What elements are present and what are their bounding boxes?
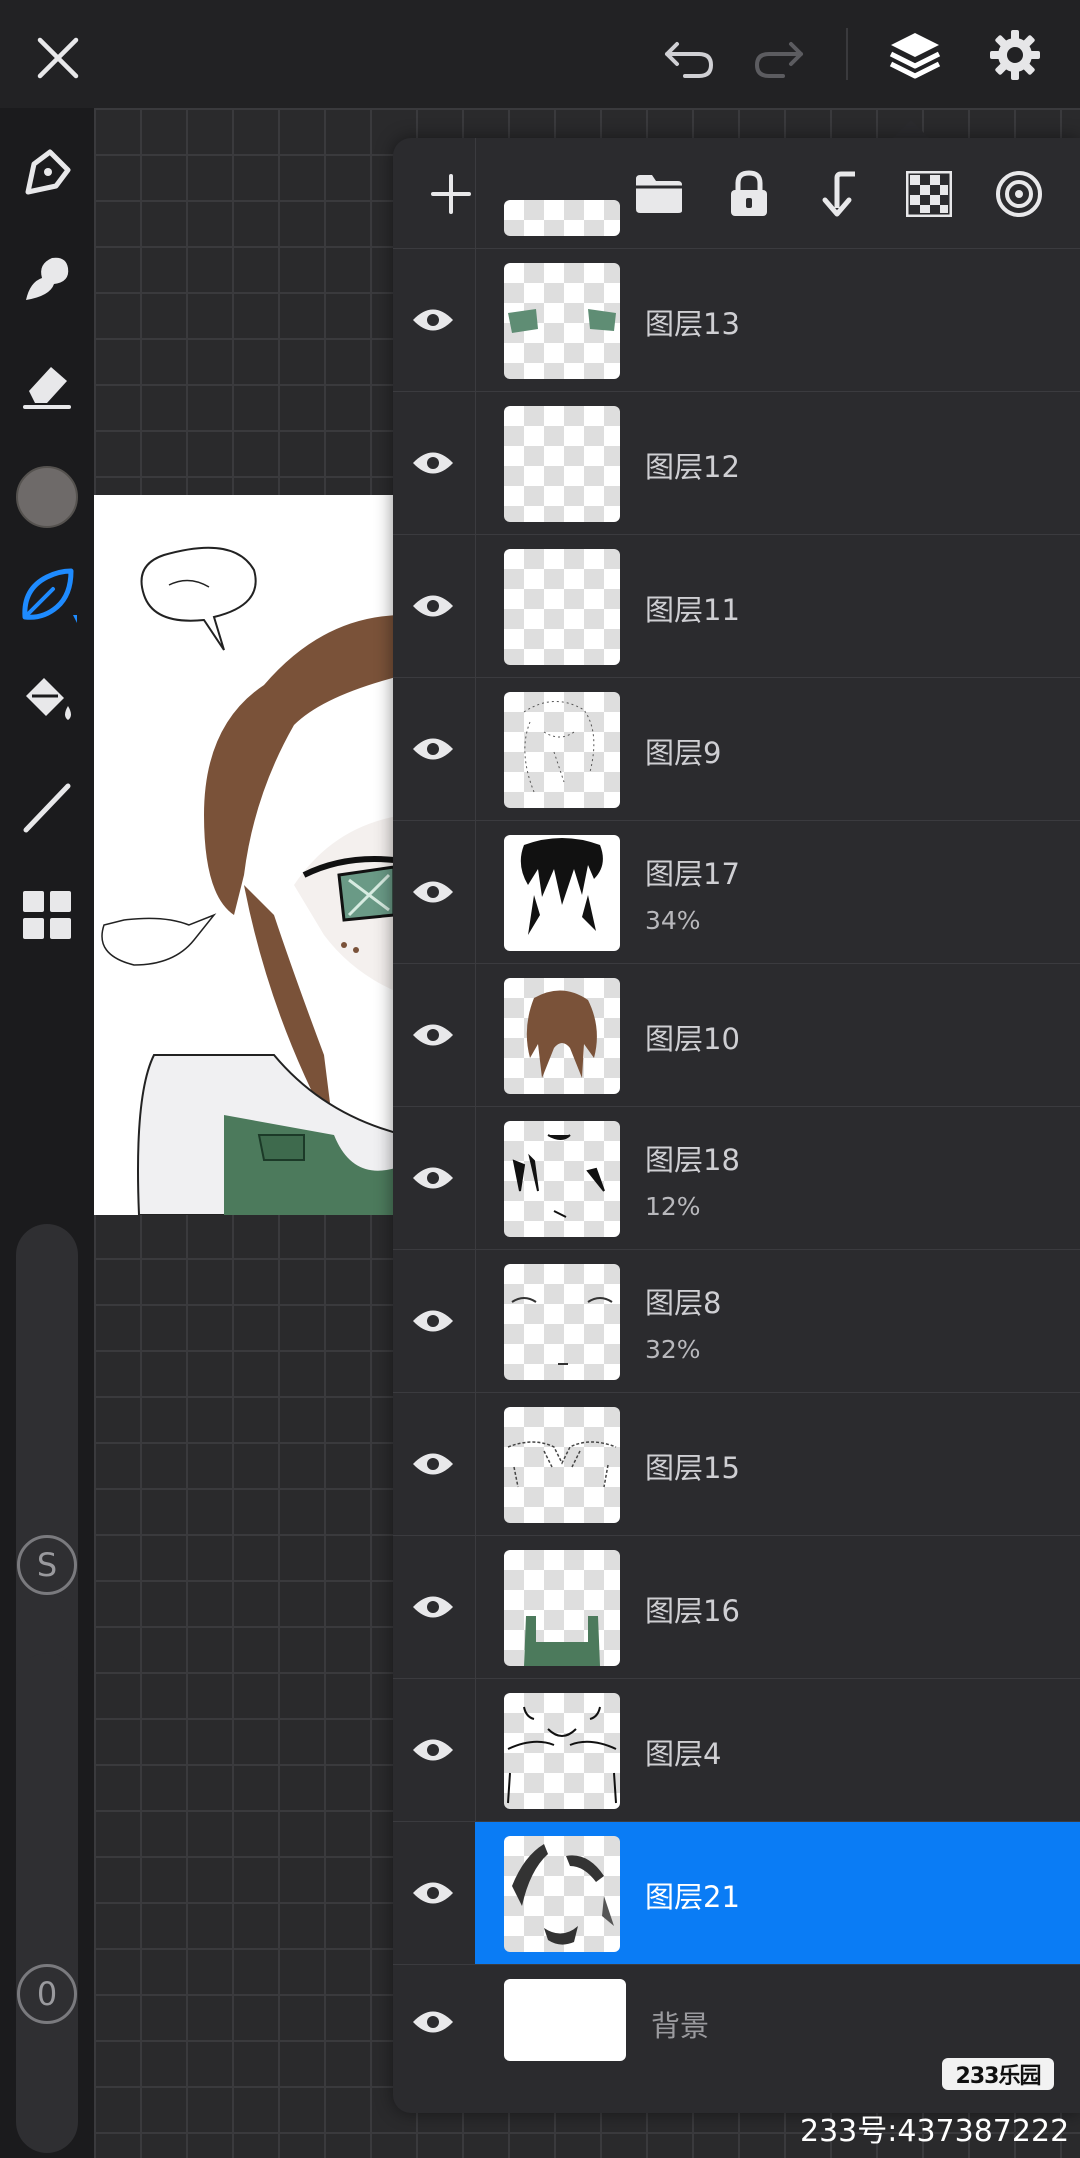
layer-name: 图层18: [645, 1143, 740, 1177]
layer-thumbnail: [504, 263, 620, 379]
left-toolbar: S 0: [0, 108, 94, 2158]
artwork-canvas[interactable]: [94, 495, 404, 1215]
visibility-eye-icon[interactable]: [407, 1297, 459, 1345]
layer-row-partial[interactable]: [393, 138, 1080, 248]
layer-thumbnail: [504, 1550, 620, 1666]
artwork-illustration: [101, 546, 404, 1215]
layer-name: 图层9: [645, 736, 722, 770]
layer-thumbnail: [504, 1407, 620, 1523]
visibility-eye-icon[interactable]: [407, 725, 459, 773]
color-swatch[interactable]: [14, 464, 80, 530]
layer-row[interactable]: 图层10: [393, 963, 1080, 1107]
layer-thumbnail: [504, 406, 620, 522]
layer-row[interactable]: 图层17 34%: [393, 820, 1080, 964]
visibility-eye-icon[interactable]: [407, 1440, 459, 1488]
visibility-eye-icon[interactable]: [407, 1583, 459, 1631]
layer-thumbnail: [504, 835, 620, 951]
layer-row[interactable]: 图层12: [393, 391, 1080, 535]
opacity-badge: 0: [17, 1964, 77, 2024]
layer-row[interactable]: 图层8 32%: [393, 1249, 1080, 1393]
layers-panel: 图层13 图层12 图层11 图层9 图层17 34% 图层10 图层18 12…: [393, 138, 1080, 2113]
layer-row-selected[interactable]: 图层21: [393, 1821, 1080, 1965]
layer-row[interactable]: 图层16: [393, 1535, 1080, 1679]
layer-name: 图层4: [645, 1737, 722, 1771]
redo-icon[interactable]: [748, 30, 808, 86]
gear-icon[interactable]: [984, 24, 1046, 86]
close-icon[interactable]: [30, 30, 86, 86]
undo-icon[interactable]: [660, 30, 720, 86]
layer-row[interactable]: 图层4: [393, 1678, 1080, 1822]
layer-row[interactable]: 图层15: [393, 1392, 1080, 1536]
brush-opacity-slider[interactable]: [16, 1653, 78, 2153]
visibility-eye-icon[interactable]: [407, 582, 459, 630]
layer-thumbnail: [504, 549, 620, 665]
pen-tool-icon[interactable]: [14, 140, 80, 206]
layer-row[interactable]: 图层9: [393, 677, 1080, 821]
layer-thumbnail: [504, 1264, 620, 1380]
size-badge: S: [17, 1535, 77, 1595]
layer-name: 图层10: [645, 1022, 740, 1056]
layer-name: 图层17: [645, 857, 740, 891]
layer-name: 图层12: [645, 450, 740, 484]
layer-opacity: 34%: [645, 906, 701, 935]
layer-thumbnail: [504, 1693, 620, 1809]
layer-name: 图层21: [645, 1880, 740, 1914]
line-tool-icon[interactable]: [14, 774, 80, 840]
visibility-eye-icon[interactable]: [407, 1154, 459, 1202]
layers-icon[interactable]: [884, 24, 946, 86]
background-thumbnail: [504, 1979, 626, 2061]
layer-name: 图层13: [645, 307, 740, 341]
layer-thumbnail: [504, 692, 620, 808]
layer-row[interactable]: 图层18 12%: [393, 1106, 1080, 1250]
fill-bucket-icon[interactable]: [14, 668, 80, 734]
leaf-brush-icon[interactable]: [14, 562, 80, 628]
top-bar: [0, 0, 1080, 108]
visibility-eye-icon[interactable]: [407, 1726, 459, 1774]
layer-thumbnail: [504, 1836, 620, 1952]
visibility-eye-icon[interactable]: [407, 1869, 459, 1917]
grid-tool-icon[interactable]: [14, 882, 80, 948]
layer-row[interactable]: 图层11: [393, 534, 1080, 678]
layer-thumbnail: [504, 1121, 620, 1237]
layer-name: 图层15: [645, 1451, 740, 1485]
watermark-logo: 233乐园: [942, 2058, 1054, 2090]
layer-name: 图层11: [645, 593, 740, 627]
visibility-eye-icon[interactable]: [407, 1998, 459, 2046]
toolbar-divider: [846, 28, 848, 80]
layer-opacity: 12%: [645, 1192, 701, 1221]
visibility-eye-icon[interactable]: [407, 296, 459, 344]
visibility-eye-icon[interactable]: [407, 439, 459, 487]
smudge-tool-icon[interactable]: [14, 246, 80, 312]
layer-opacity: 32%: [645, 1335, 701, 1364]
layers-panel-arrow: [893, 120, 929, 138]
layer-name: 图层8: [645, 1286, 722, 1320]
visibility-eye-icon[interactable]: [407, 868, 459, 916]
layer-thumbnail: [504, 978, 620, 1094]
layer-name: 背景: [651, 2009, 710, 2043]
layer-row[interactable]: 图层13: [393, 248, 1080, 392]
visibility-eye-icon[interactable]: [407, 1011, 459, 1059]
brush-size-slider[interactable]: [16, 1224, 78, 1724]
layer-name: 图层16: [645, 1594, 740, 1628]
eraser-icon[interactable]: [14, 352, 80, 418]
watermark-id: 233号:437387222: [800, 2114, 1070, 2149]
